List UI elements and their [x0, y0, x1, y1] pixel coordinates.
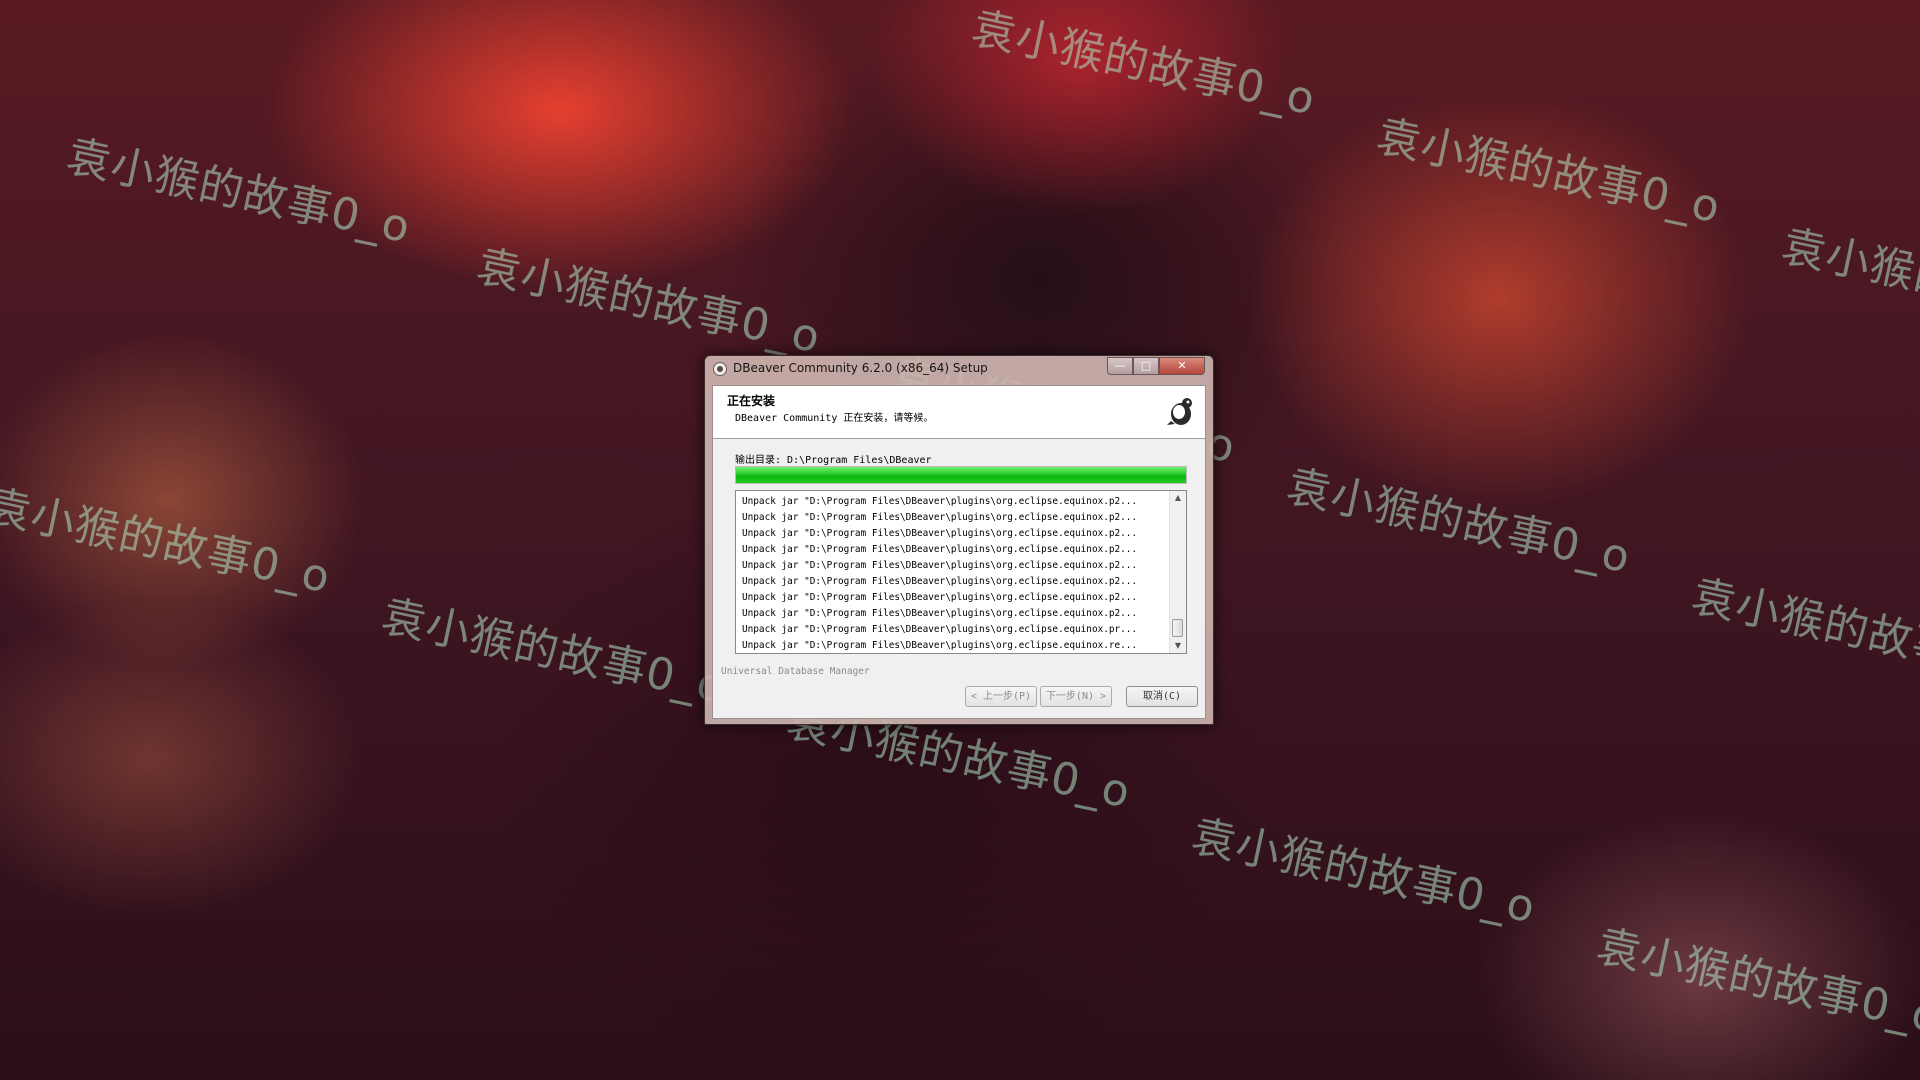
log-line: Unpack jar "D:\Program Files\DBeaver\plu… — [742, 528, 1138, 539]
output-directory-label: 输出目录: D:\Program Files\DBeaver — [735, 455, 932, 466]
scroll-down-icon[interactable]: ▼ — [1170, 639, 1186, 653]
watermark-text: 袁小猴的故事0_o — [1187, 810, 1540, 934]
cancel-button[interactable]: 取消(C) — [1126, 686, 1198, 707]
log-scrollbar[interactable]: ▲ ▼ — [1169, 491, 1186, 653]
window-titlebar[interactable]: DBeaver Community 6.2.0 (x86_64) Setup —… — [705, 356, 1213, 382]
log-list: Unpack jar "D:\Program Files\DBeaver\plu… — [742, 494, 1166, 653]
back-button[interactable]: < 上一步(P) — [965, 686, 1037, 707]
log-line: Unpack jar "D:\Program Files\DBeaver\plu… — [742, 576, 1138, 587]
close-button[interactable]: ✕ — [1159, 357, 1205, 375]
log-line: Unpack jar "D:\Program Files\DBeaver\plu… — [742, 512, 1138, 523]
page-title: 正在安装 — [727, 394, 776, 408]
watermark-text: 袁小猴的故事0_o — [1687, 570, 1920, 694]
watermark-text: 袁小猴的故事0_o — [1282, 460, 1635, 584]
window-title: DBeaver Community 6.2.0 (x86_64) Setup — [733, 361, 988, 375]
desktop-wallpaper: 袁小猴的故事0_o 袁小猴的故事0_o 袁小猴的故事0_o 袁小猴的故事0_o … — [0, 0, 1920, 1080]
watermark-text: 袁小猴的故事0_o — [1592, 920, 1920, 1044]
log-line: Unpack jar "D:\Program Files\DBeaver\plu… — [742, 496, 1138, 507]
watermark-text: 袁小猴的故事0_o — [0, 480, 335, 604]
watermark-text: 袁小猴的故事0_o — [967, 2, 1320, 126]
watermark-text: 袁小猴的故事0_o — [472, 240, 825, 364]
log-line: Unpack jar "D:\Program Files\DBeaver\plu… — [742, 544, 1138, 555]
progress-fill — [736, 467, 1186, 483]
minimize-button[interactable]: — — [1107, 357, 1133, 375]
log-line: Unpack jar "D:\Program Files\DBeaver\plu… — [742, 592, 1138, 603]
scroll-up-icon[interactable]: ▲ — [1170, 491, 1186, 505]
brand-divider: Universal Database Manager — [721, 666, 1199, 680]
beaver-logo-icon — [1167, 398, 1192, 425]
install-log[interactable]: Unpack jar "D:\Program Files\DBeaver\plu… — [735, 490, 1187, 654]
watermark-text: 袁小猴的故事0_o — [377, 590, 730, 714]
log-line: Unpack jar "D:\Program Files\DBeaver\plu… — [742, 640, 1138, 651]
installer-body: 正在安装 DBeaver Community 正在安装，请等候。 输出目录: D… — [712, 385, 1206, 719]
log-line: Unpack jar "D:\Program Files\DBeaver\plu… — [742, 608, 1138, 619]
scroll-thumb[interactable] — [1172, 619, 1183, 637]
watermark-text: 袁小猴的故事0_o — [62, 130, 415, 254]
maximize-button[interactable]: □ — [1133, 357, 1159, 375]
app-icon — [713, 362, 727, 376]
install-progress-bar — [735, 466, 1187, 484]
header-panel: 正在安装 DBeaver Community 正在安装，请等候。 — [713, 386, 1205, 439]
next-button[interactable]: 下一步(N) > — [1040, 686, 1112, 707]
setup-window: DBeaver Community 6.2.0 (x86_64) Setup —… — [704, 355, 1214, 725]
watermark-text: 袁小猴的故事0_o — [1372, 110, 1725, 234]
page-subtitle: DBeaver Community 正在安装，请等候。 — [735, 413, 934, 424]
log-line: Unpack jar "D:\Program Files\DBeaver\plu… — [742, 560, 1138, 571]
watermark-text: 袁小猴的故事0_o — [1777, 220, 1920, 344]
brand-text: Universal Database Manager — [721, 666, 1199, 677]
log-line: Unpack jar "D:\Program Files\DBeaver\plu… — [742, 624, 1138, 635]
